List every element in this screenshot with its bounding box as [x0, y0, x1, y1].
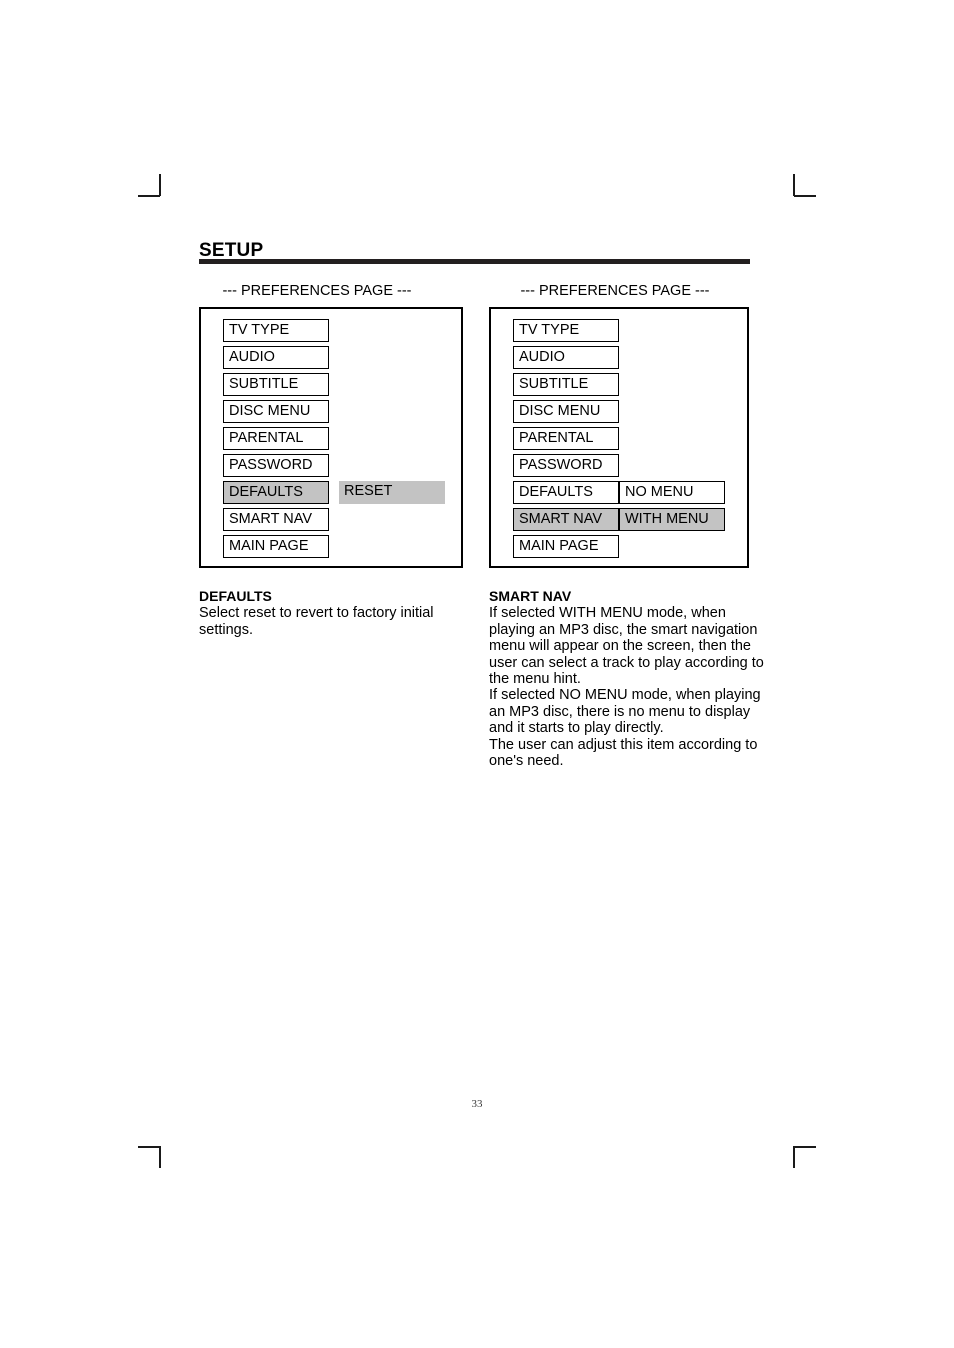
- menu-item-disc-menu[interactable]: DISC MENU: [223, 400, 329, 423]
- preferences-menu-list: TV TYPE AUDIO SUBTITLE DISC MENU PARENTA…: [513, 319, 619, 558]
- menu-item-audio[interactable]: AUDIO: [513, 346, 619, 369]
- crop-mark-top-right: [784, 174, 816, 206]
- option-no-menu[interactable]: NO MENU: [619, 481, 725, 504]
- smart-nav-description: SMART NAV If selected WITH MENU mode, wh…: [489, 588, 769, 769]
- smart-nav-description-paragraph-3: The user can adjust this item according …: [489, 736, 758, 770]
- menu-item-main-page[interactable]: MAIN PAGE: [513, 535, 619, 558]
- menu-item-parental[interactable]: PARENTAL: [513, 427, 619, 450]
- osd-screen-title: --- PREFERENCES PAGE ---: [222, 283, 412, 299]
- smart-nav-description-paragraph-1: If selected WITH MENU mode, when playing…: [489, 605, 764, 688]
- defaults-description: DEFAULTS Select reset to revert to facto…: [199, 588, 467, 638]
- option-with-menu[interactable]: WITH MENU: [619, 508, 725, 531]
- osd-screen-frame: TV TYPE AUDIO SUBTITLE DISC MENU PARENTA…: [489, 307, 749, 568]
- menu-item-defaults[interactable]: DEFAULTS: [223, 481, 329, 504]
- menu-item-tv-type[interactable]: TV TYPE: [223, 319, 329, 342]
- smart-nav-panel: --- PREFERENCES PAGE --- TV TYPE AUDIO S…: [489, 283, 749, 568]
- menu-item-tv-type[interactable]: TV TYPE: [513, 319, 619, 342]
- option-reset[interactable]: RESET: [339, 481, 445, 504]
- smart-nav-description-title: SMART NAV: [489, 588, 572, 604]
- menu-item-defaults[interactable]: DEFAULTS: [513, 481, 619, 504]
- menu-item-subtitle[interactable]: SUBTITLE: [223, 373, 329, 396]
- menu-item-smart-nav[interactable]: SMART NAV: [223, 508, 329, 531]
- osd-screen-frame: TV TYPE AUDIO SUBTITLE DISC MENU PARENTA…: [199, 307, 463, 568]
- osd-screen-title: --- PREFERENCES PAGE ---: [520, 283, 710, 299]
- menu-item-password[interactable]: PASSWORD: [223, 454, 329, 477]
- menu-item-main-page[interactable]: MAIN PAGE: [223, 535, 329, 558]
- crop-mark-bottom-right: [784, 1146, 816, 1178]
- menu-item-disc-menu[interactable]: DISC MENU: [513, 400, 619, 423]
- defaults-panel: --- PREFERENCES PAGE --- TV TYPE AUDIO S…: [199, 283, 463, 568]
- defaults-description-body: Select reset to revert to factory initia…: [199, 605, 434, 638]
- menu-item-parental[interactable]: PARENTAL: [223, 427, 329, 450]
- smart-nav-description-paragraph-2: If selected NO MENU mode, when playing a…: [489, 687, 761, 737]
- defaults-description-title: DEFAULTS: [199, 588, 272, 604]
- heading-rule: [199, 259, 750, 264]
- menu-item-smart-nav[interactable]: SMART NAV: [513, 508, 619, 531]
- preferences-menu-list: TV TYPE AUDIO SUBTITLE DISC MENU PARENTA…: [223, 319, 329, 558]
- menu-item-audio[interactable]: AUDIO: [223, 346, 329, 369]
- menu-item-subtitle[interactable]: SUBTITLE: [513, 373, 619, 396]
- menu-item-password[interactable]: PASSWORD: [513, 454, 619, 477]
- crop-mark-top-left: [138, 174, 170, 206]
- crop-mark-bottom-left: [138, 1146, 170, 1178]
- page-number: 33: [471, 1098, 483, 1110]
